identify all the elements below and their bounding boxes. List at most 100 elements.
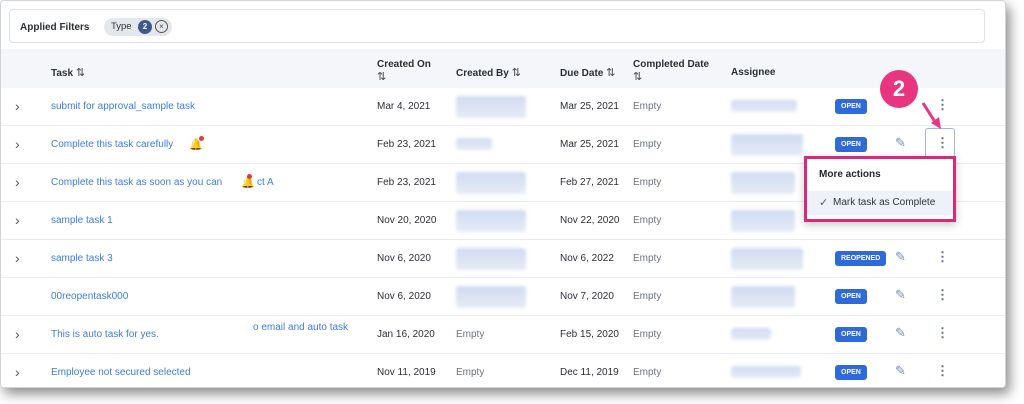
more-actions-icon[interactable]: ⋮ xyxy=(936,135,949,151)
table-header: Task ⇅ Created On ⇅ Created By ⇅ Due Date… xyxy=(1,49,1005,91)
created-by-column-header[interactable]: Created By ⇅ xyxy=(456,67,521,80)
due-date-value: Feb 15, 2020 xyxy=(560,329,619,340)
expand-chevron-icon[interactable]: › xyxy=(15,98,20,114)
task-name-link[interactable]: Complete this task carefully xyxy=(51,139,173,150)
edit-pencil-icon[interactable]: ✎ xyxy=(895,363,906,379)
task-name-link[interactable]: 00reopentask000 xyxy=(51,291,128,302)
callout-arrow-icon xyxy=(921,102,941,129)
table-row[interactable]: › sample task 3 Nov 6, 2020 Nov 6, 2022 … xyxy=(1,240,1005,278)
status-badge: OPEN xyxy=(835,99,867,114)
sort-icon[interactable]: ⇅ xyxy=(633,71,642,83)
assignee-redacted xyxy=(731,286,795,308)
completed-date-value: Empty xyxy=(633,177,662,188)
assignee-redacted xyxy=(731,210,795,232)
task-column-header[interactable]: Task ⇅ xyxy=(51,67,85,80)
created-by-value: Empty xyxy=(456,367,485,378)
created-on-value: Nov 6, 2020 xyxy=(377,253,431,264)
completed-date-value: Empty xyxy=(633,291,662,302)
assignee-redacted xyxy=(731,172,795,194)
created-by-redacted xyxy=(456,210,526,232)
remove-filter-icon[interactable]: × xyxy=(155,20,168,33)
due-date-value: Mar 25, 2021 xyxy=(560,101,619,112)
completed-date-value: Empty xyxy=(633,215,662,226)
filter-chip-label: Type xyxy=(111,21,132,32)
task-name-link[interactable]: sample task 3 xyxy=(51,253,113,264)
task-name-link[interactable]: This is auto task for yes. xyxy=(51,329,159,340)
filter-chip-count: 2 xyxy=(138,20,152,34)
more-actions-icon[interactable]: ⋮ xyxy=(936,363,949,379)
menu-title: More actions xyxy=(819,169,881,180)
created-on-value: Nov 11, 2019 xyxy=(377,367,436,378)
due-date-value: Nov 6, 2022 xyxy=(560,253,614,264)
created-by-redacted xyxy=(456,96,526,118)
assignee-redacted xyxy=(731,134,803,156)
menu-item-label: Mark task as Complete xyxy=(833,197,936,208)
mark-complete-menu-item[interactable]: ✓ Mark task as Complete xyxy=(807,191,953,215)
due-date-value: Nov 7, 2020 xyxy=(560,291,614,302)
sort-icon[interactable]: ⇅ xyxy=(606,67,615,79)
step-number-callout: 2 xyxy=(880,70,918,108)
completed-date-column-header[interactable]: Completed Date ⇅ xyxy=(633,59,709,84)
expand-chevron-icon[interactable]: › xyxy=(15,174,20,190)
created-on-value: Feb 23, 2021 xyxy=(377,139,436,150)
more-actions-menu: More actions ✓ Mark task as Complete xyxy=(804,156,956,222)
created-on-value: Mar 4, 2021 xyxy=(377,101,431,112)
edit-pencil-icon[interactable]: ✎ xyxy=(895,325,906,341)
applied-filters-bar: Applied Filters Type 2 × xyxy=(9,9,985,43)
created-by-redacted xyxy=(456,248,526,270)
assignee-column-header: Assignee xyxy=(731,67,776,78)
sort-icon[interactable]: ⇅ xyxy=(76,67,85,79)
expand-chevron-icon[interactable]: › xyxy=(15,212,20,228)
check-icon: ✓ xyxy=(819,197,829,209)
more-actions-icon[interactable]: ⋮ xyxy=(936,287,949,303)
due-date-value: Dec 11, 2019 xyxy=(560,367,619,378)
table-row[interactable]: › Employee not secured selected Nov 11, … xyxy=(1,354,1005,387)
expand-chevron-icon[interactable]: › xyxy=(15,136,20,152)
status-badge: REOPENED xyxy=(835,251,887,266)
created-by-redacted xyxy=(456,286,526,308)
status-badge: OPEN xyxy=(835,137,867,152)
due-date-column-header[interactable]: Due Date ⇅ xyxy=(560,67,615,80)
created-on-value: Nov 6, 2020 xyxy=(377,291,431,302)
table-row[interactable]: › This is auto task for yes. o email and… xyxy=(1,316,1005,354)
task-name-overflow: o email and auto task xyxy=(253,322,349,333)
edit-pencil-icon[interactable]: ✎ xyxy=(895,135,906,151)
created-by-value: Empty xyxy=(456,329,485,340)
expand-chevron-icon[interactable]: › xyxy=(15,326,20,342)
applied-filters-label: Applied Filters xyxy=(20,22,90,33)
notification-dot xyxy=(247,174,252,179)
task-name-link[interactable]: Employee not secured selected xyxy=(51,367,191,378)
task-name-link[interactable]: submit for approval_sample task xyxy=(51,101,195,112)
sort-icon[interactable]: ⇅ xyxy=(512,67,521,79)
table-row[interactable]: › submit for approval_sample task Mar 4,… xyxy=(1,88,1005,126)
sort-icon[interactable]: ⇅ xyxy=(377,71,386,83)
completed-date-value: Empty xyxy=(633,253,662,264)
notification-dot xyxy=(199,136,204,141)
task-name-link[interactable]: sample task 1 xyxy=(51,215,113,226)
completed-date-value: Empty xyxy=(633,139,662,150)
expand-chevron-icon[interactable]: › xyxy=(15,364,20,380)
table-row[interactable]: 00reopentask000 Nov 6, 2020 Nov 7, 2020 … xyxy=(1,278,1005,316)
created-on-value: Feb 23, 2021 xyxy=(377,177,436,188)
assignee-redacted xyxy=(731,366,801,378)
status-badge: OPEN xyxy=(835,327,867,342)
task-name-link[interactable]: Complete this task as soon as you can xyxy=(51,177,222,188)
expand-chevron-icon[interactable]: › xyxy=(15,250,20,266)
edit-pencil-icon[interactable]: ✎ xyxy=(895,287,906,303)
more-actions-icon[interactable]: ⋮ xyxy=(936,249,949,265)
assignee-redacted xyxy=(731,248,803,270)
created-on-column-header[interactable]: Created On ⇅ xyxy=(377,59,431,84)
task-list-window: Applied Filters Type 2 × Task ⇅ Created … xyxy=(0,0,1006,388)
created-on-value: Jan 16, 2020 xyxy=(377,329,435,340)
task-name-overflow: ct A xyxy=(257,177,274,188)
completed-date-value: Empty xyxy=(633,329,662,340)
status-badge: OPEN xyxy=(835,289,867,304)
due-date-value: Feb 27, 2021 xyxy=(560,177,619,188)
status-badge: OPEN xyxy=(835,365,867,380)
edit-pencil-icon[interactable]: ✎ xyxy=(895,249,906,265)
due-date-value: Mar 25, 2021 xyxy=(560,139,619,150)
assignee-redacted xyxy=(731,100,797,112)
more-actions-icon[interactable]: ⋮ xyxy=(936,325,949,341)
type-filter-chip[interactable]: Type 2 × xyxy=(104,18,172,36)
completed-date-value: Empty xyxy=(633,367,662,378)
